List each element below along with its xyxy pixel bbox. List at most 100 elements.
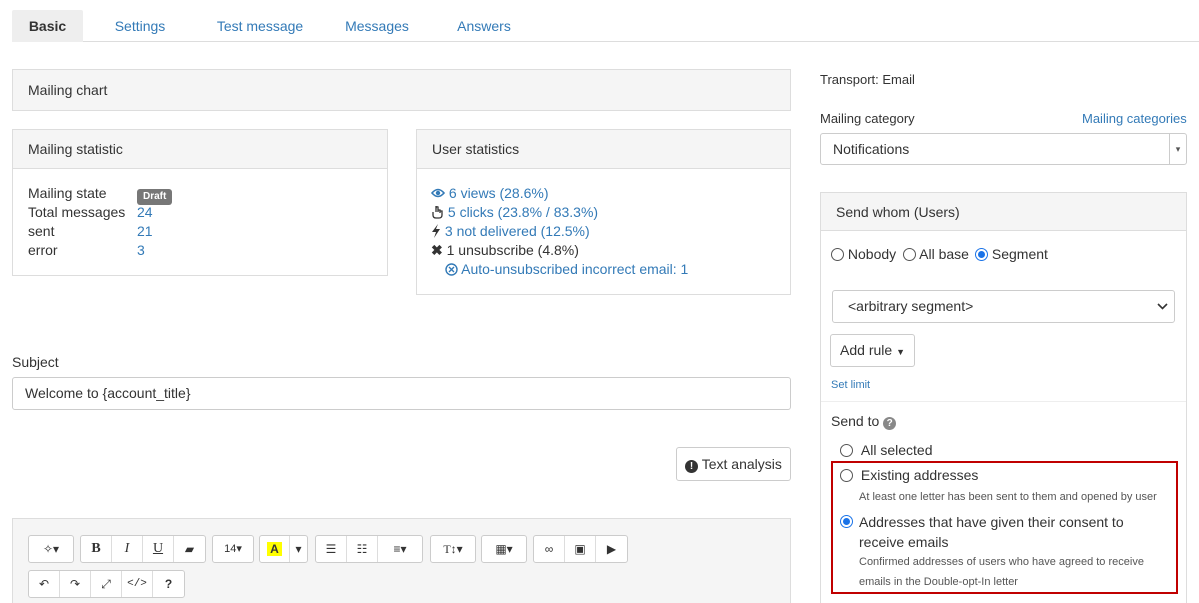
bold-button[interactable]: B <box>81 536 112 562</box>
not-delivered-text: 3 not delivered (12.5%) <box>444 223 590 239</box>
circle-x-icon <box>445 263 458 276</box>
opt-consent-desc: Confirmed addresses of users who have ag… <box>859 556 1144 588</box>
mailing-category-value: Notifications <box>833 141 910 157</box>
radio-circle <box>831 248 844 261</box>
mailing-category-label: Mailing category <box>820 111 915 126</box>
redo-icon[interactable]: ↷ <box>60 571 91 597</box>
text-analysis-label: Text analysis <box>701 456 782 472</box>
bolt-icon <box>432 224 440 238</box>
total-messages-value[interactable]: 24 <box>137 203 153 222</box>
mailing-category-select[interactable]: Notifications ▾ <box>820 133 1187 165</box>
hand-pointer-icon <box>432 206 443 219</box>
fullscreen-icon[interactable]: ⤢ <box>91 571 122 597</box>
radio-nobody[interactable]: Nobody <box>831 245 896 264</box>
send-whom-title: Send whom (Users) <box>821 193 1186 231</box>
radio-circle <box>903 248 916 261</box>
user-statistics-panel: User statistics 6 views (28.6%) 5 clicks… <box>416 129 791 295</box>
segment-select[interactable]: <arbitrary segment> <box>832 290 1175 323</box>
sent-label: sent <box>28 223 55 239</box>
radio-nobody-label: Nobody <box>847 246 897 262</box>
chevron-down-icon <box>1157 303 1168 310</box>
font-size-dropdown[interactable]: 14▾ <box>213 536 253 562</box>
add-rule-label: Add rule <box>840 342 893 358</box>
clicks-link[interactable]: 5 clicks (23.8% / 83.3%) <box>431 203 598 222</box>
divider <box>821 401 1186 402</box>
tab-bar: Basic Settings Test message Messages Ans… <box>12 0 1199 42</box>
mailing-statistic-panel: Mailing statistic Mailing state Draft To… <box>12 129 388 276</box>
chevron-down-icon: ▾ <box>1169 134 1186 164</box>
user-statistics-title: User statistics <box>417 130 790 169</box>
auto-unsub-link[interactable]: Auto-unsubscribed incorrect email: 1 <box>445 260 688 279</box>
underline-button[interactable]: U <box>143 536 174 562</box>
mailing-statistic-title: Mailing statistic <box>13 130 387 169</box>
font-size-value: 14 <box>224 543 237 555</box>
tab-basic[interactable]: Basic <box>12 10 83 42</box>
italic-button[interactable]: I <box>112 536 143 562</box>
link-icon[interactable]: ∞ <box>534 536 565 562</box>
opt-consent-label[interactable]: Addresses that have given their consent … <box>859 512 1169 552</box>
radio-circle <box>840 444 853 457</box>
mailing-chart-panel: Mailing chart <box>12 69 791 111</box>
radio-all-base-label: All base <box>919 246 969 262</box>
send-whom-panel: Send whom (Users) Nobody All base Segmen… <box>820 192 1187 603</box>
highlight-color-button[interactable]: A <box>260 536 290 562</box>
code-view-icon[interactable]: </> <box>122 571 153 597</box>
opt-existing[interactable]: Existing addresses <box>840 466 978 485</box>
subject-input[interactable]: Welcome to {account_title} <box>12 377 791 410</box>
mailing-state-label: Mailing state <box>28 185 107 201</box>
tab-settings[interactable]: Settings <box>104 10 176 42</box>
eraser-icon[interactable]: ▰ <box>174 536 205 562</box>
tab-messages[interactable]: Messages <box>338 10 416 42</box>
bullet-list-icon[interactable]: ☰ <box>316 536 347 562</box>
total-messages-label: Total messages <box>28 204 126 220</box>
opt-existing-desc: At least one letter has been sent to the… <box>859 491 1157 503</box>
error-value[interactable]: 3 <box>137 241 145 260</box>
subject-label: Subject <box>12 354 59 370</box>
opt-existing-label: Existing addresses <box>860 467 979 483</box>
auto-unsub-text: Auto-unsubscribed incorrect email: 1 <box>461 261 689 277</box>
color-dropdown-caret[interactable]: ▾ <box>290 536 307 562</box>
line-height-icon: T↕ <box>443 542 457 556</box>
radio-segment[interactable]: Segment <box>975 245 1048 264</box>
mailing-categories-link[interactable]: Mailing categories <box>1082 109 1187 128</box>
caret-down-icon: ▼ <box>896 347 905 357</box>
undo-icon[interactable]: ↶ <box>29 571 60 597</box>
numbered-list-icon[interactable]: ☷ <box>347 536 378 562</box>
info-icon: ! <box>685 460 699 473</box>
radio-all-base[interactable]: All base <box>903 245 969 264</box>
clicks-text: 5 clicks (23.8% / 83.3%) <box>447 204 599 220</box>
tab-test-message[interactable]: Test message <box>208 10 312 42</box>
unsubscribe-text: 1 unsubscribe (4.8%) <box>446 242 579 258</box>
help-icon[interactable]: ? <box>153 571 184 597</box>
send-to-label: Send to ? <box>831 412 897 431</box>
tab-answers[interactable]: Answers <box>450 10 518 42</box>
set-limit-link[interactable]: Set limit <box>831 376 870 395</box>
opt-all-selected-label: All selected <box>860 442 933 458</box>
magic-wand-icon[interactable]: ✧▾ <box>29 536 73 562</box>
align-dropdown[interactable]: ≡▾ <box>378 536 422 562</box>
add-rule-button[interactable]: Add rule ▼ <box>830 334 915 367</box>
image-icon[interactable]: ▣ <box>565 536 596 562</box>
sent-value[interactable]: 21 <box>137 222 153 241</box>
views-text: 6 views (28.6%) <box>448 185 549 201</box>
text-color-icon: A <box>267 542 282 556</box>
not-delivered-link[interactable]: 3 not delivered (12.5%) <box>431 222 590 241</box>
video-icon[interactable]: ▶ <box>596 536 627 562</box>
eye-icon <box>430 188 446 198</box>
views-link[interactable]: 6 views (28.6%) <box>430 184 549 203</box>
segment-value: <arbitrary segment> <box>848 298 974 314</box>
opt-all-selected[interactable]: All selected <box>840 441 932 460</box>
radio-circle-selected <box>840 515 853 528</box>
close-icon: ✖ <box>431 242 443 258</box>
line-height-dropdown[interactable]: T↕▾ <box>431 536 475 562</box>
mailing-chart-title: Mailing chart <box>13 70 790 110</box>
text-analysis-button[interactable]: ! Text analysis <box>676 447 791 481</box>
opt-consent[interactable] <box>840 512 853 531</box>
unsubscribe-row: ✖ 1 unsubscribe (4.8%) <box>431 241 579 260</box>
send-to-text: Send to <box>831 413 880 429</box>
transport-label: Transport: Email <box>820 72 915 87</box>
editor-toolbar-area: ✧▾ B I U ▰ 14▾ A ▾ ☰ ☷ ≡▾ T↕▾ ▦▾ ∞ ▣ ▶ ↶… <box>12 518 791 603</box>
radio-circle <box>840 469 853 482</box>
table-dropdown[interactable]: ▦▾ <box>482 536 526 562</box>
radio-circle-selected <box>975 248 988 261</box>
